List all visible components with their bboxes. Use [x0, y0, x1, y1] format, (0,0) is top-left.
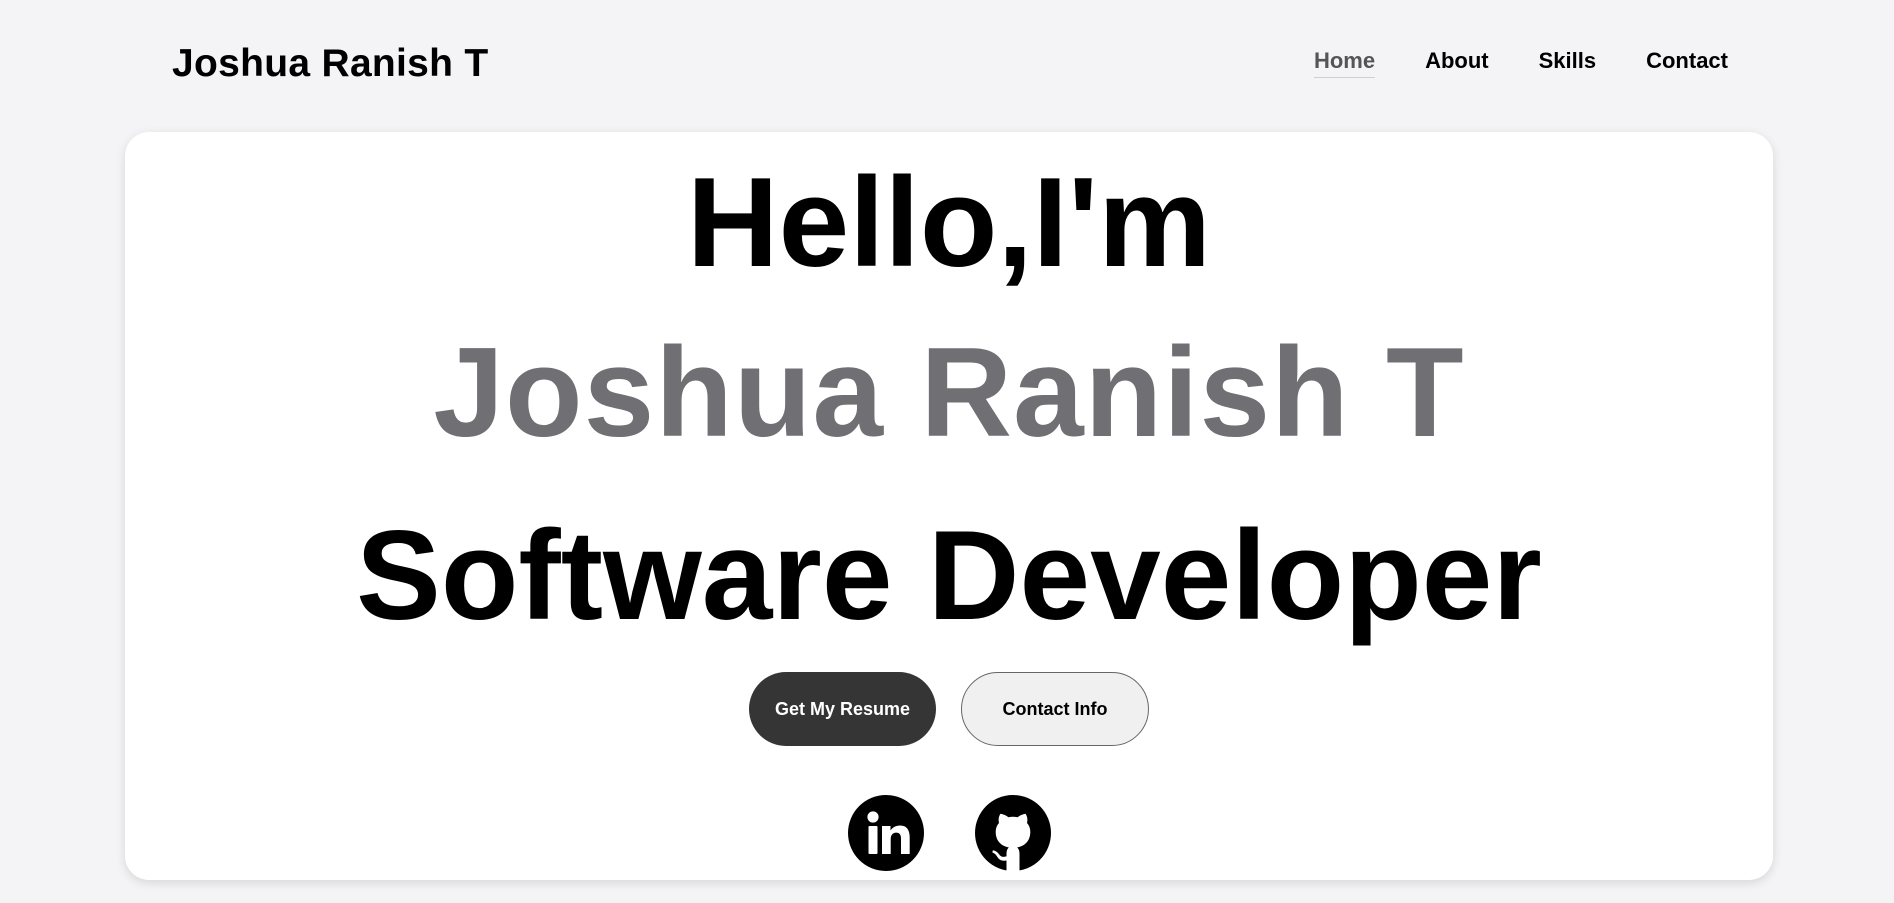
hero-actions: Get My Resume Contact Info	[125, 672, 1773, 746]
nav-skills-link[interactable]: Skills	[1539, 48, 1596, 78]
hero-card: Hello,I'm Joshua Ranish T Software Devel…	[125, 132, 1773, 880]
top-navbar: Joshua Ranish T Home About Skills Contac…	[0, 0, 1894, 120]
brand-logo-text[interactable]: Joshua Ranish T	[172, 42, 489, 86]
hero-name: Joshua Ranish T	[433, 321, 1465, 463]
nav-about-link[interactable]: About	[1425, 48, 1489, 78]
social-links	[125, 795, 1773, 871]
github-icon[interactable]	[974, 795, 1051, 871]
hero-greeting: Hello,I'm	[686, 151, 1212, 293]
nav-home-link[interactable]: Home	[1313, 48, 1376, 78]
get-resume-button[interactable]: Get My Resume	[749, 672, 936, 746]
contact-info-button[interactable]: Contact Info	[961, 672, 1149, 746]
main-navigation: Home About Skills Contact	[1313, 48, 1728, 78]
linkedin-icon[interactable]	[847, 795, 924, 871]
nav-contact-link[interactable]: Contact	[1646, 48, 1728, 78]
hero-role: Software Developer	[356, 504, 1542, 646]
